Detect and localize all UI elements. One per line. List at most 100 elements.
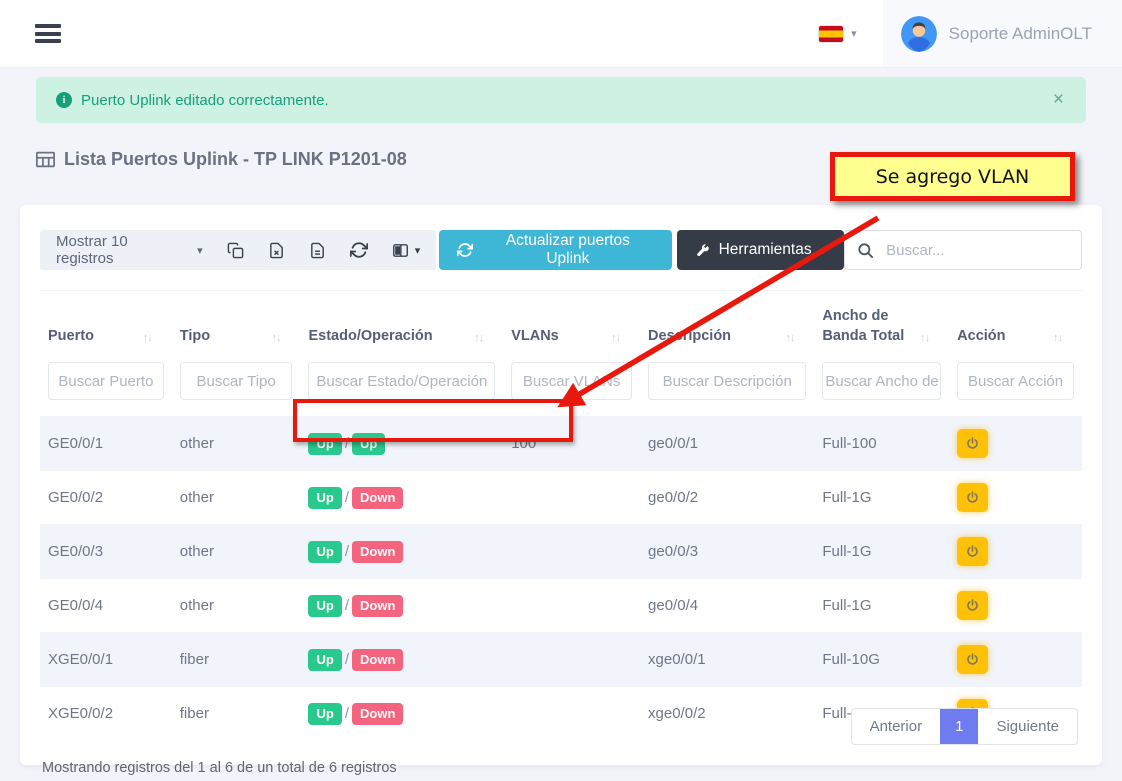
- cell-puerto: GE0/0/3: [40, 525, 172, 579]
- success-alert: i Puerto Uplink editado correctamente. ×: [36, 77, 1086, 123]
- cell-accion: [949, 417, 1082, 471]
- pagination-next[interactable]: Siguiente: [978, 709, 1077, 744]
- page-title-text: Lista Puertos Uplink - TP LINK P1201-08: [64, 149, 407, 170]
- tools-dropdown-button[interactable]: Herramientas ▾: [677, 230, 845, 270]
- filter-descripcion-input[interactable]: [648, 362, 806, 400]
- cell-puerto: XGE0/0/2: [40, 687, 172, 741]
- column-header-vlans[interactable]: VLANs ↑↓: [503, 291, 640, 359]
- filter-accion-input[interactable]: [957, 362, 1074, 400]
- show-entries-dropdown[interactable]: Mostrar 10 registros ▾: [56, 233, 203, 267]
- status-badge-admin: Up: [308, 595, 341, 617]
- power-toggle-button[interactable]: [957, 591, 988, 620]
- update-uplink-ports-button[interactable]: Actualizar puertos Uplink: [439, 230, 671, 270]
- cell-puerto: GE0/0/1: [40, 417, 172, 471]
- column-header-estado[interactable]: Estado/Operación ↑↓: [300, 291, 503, 359]
- cell-puerto: GE0/0/4: [40, 579, 172, 633]
- info-icon: i: [56, 92, 72, 108]
- chevron-down-icon: ▾: [415, 244, 421, 257]
- sort-icon: ↑↓: [271, 332, 280, 346]
- annotation-highlight-rect: [293, 399, 573, 442]
- top-navbar: ▾ Soporte AdminOLT: [0, 0, 1122, 67]
- wrench-icon: [695, 243, 710, 258]
- column-header-accion[interactable]: Acción ↑↓: [949, 291, 1082, 359]
- cell-puerto: XGE0/0/1: [40, 633, 172, 687]
- search-icon: [857, 242, 874, 259]
- filter-vlans-input[interactable]: [511, 362, 632, 400]
- cell-ancho-banda: Full-1G: [814, 525, 949, 579]
- cell-tipo: other: [172, 471, 301, 525]
- sort-icon: ↑↓: [785, 332, 794, 346]
- column-header-tipo[interactable]: Tipo ↑↓: [172, 291, 301, 359]
- table-body: GE0/0/1 other Up/Up 100 ge0/0/1 Full-100…: [40, 417, 1082, 741]
- filter-estado-input[interactable]: [308, 362, 495, 400]
- power-toggle-button[interactable]: [957, 645, 988, 674]
- reload-icon[interactable]: [350, 241, 368, 259]
- table-grid-icon: [36, 151, 55, 168]
- sort-icon: ↑↓: [920, 332, 929, 346]
- menu-icon[interactable]: [35, 21, 61, 47]
- spain-flag-icon: [819, 26, 843, 42]
- badge-separator: /: [345, 543, 349, 560]
- cell-descripcion: ge0/0/2: [640, 471, 814, 525]
- power-icon: [965, 436, 980, 451]
- badge-separator: /: [345, 489, 349, 506]
- column-header-puerto[interactable]: Puerto ↑↓: [40, 291, 172, 359]
- sort-icon: ↑↓: [1053, 332, 1062, 346]
- status-badge-oper: Down: [352, 487, 403, 509]
- tools-button-label: Herramientas: [719, 241, 812, 259]
- copy-icon[interactable]: [227, 242, 244, 259]
- cell-descripcion: xge0/0/1: [640, 633, 814, 687]
- cell-accion: [949, 525, 1082, 579]
- avatar: [901, 16, 937, 52]
- annotation-callout: Se agrego VLAN: [830, 152, 1075, 201]
- filter-puerto-input[interactable]: [48, 362, 164, 400]
- pagination-previous[interactable]: Anterior: [852, 709, 941, 744]
- cell-estado-operacion: Up/Down: [300, 579, 503, 633]
- power-icon: [965, 598, 980, 613]
- chevron-down-icon: ▾: [197, 244, 203, 257]
- update-button-label: Actualizar puertos Uplink: [482, 232, 653, 268]
- chevron-down-icon: ▾: [821, 244, 827, 257]
- sort-icon: ↑↓: [474, 332, 483, 346]
- sort-icon: ↑↓: [143, 332, 152, 346]
- power-toggle-button[interactable]: [957, 537, 988, 566]
- status-badge-admin: Up: [308, 703, 341, 725]
- export-file-icon[interactable]: [309, 242, 326, 259]
- column-visibility-icon[interactable]: ▾: [392, 242, 421, 259]
- filter-tipo-input[interactable]: [180, 362, 293, 400]
- cell-ancho-banda: Full-1G: [814, 579, 949, 633]
- export-excel-icon[interactable]: [268, 242, 285, 259]
- alert-close-button[interactable]: ×: [1053, 89, 1064, 111]
- status-badge-oper: Down: [352, 649, 403, 671]
- status-badge-admin: Up: [308, 649, 341, 671]
- status-badge-oper: Down: [352, 703, 403, 725]
- cell-estado-operacion: Up/Down: [300, 687, 503, 741]
- cell-descripcion: ge0/0/1: [640, 417, 814, 471]
- power-toggle-button[interactable]: [957, 429, 988, 458]
- table-row: GE0/0/2 other Up/Down ge0/0/2 Full-1G: [40, 471, 1082, 525]
- uplink-ports-table: Puerto ↑↓ Tipo ↑↓ Estado/Operación ↑↓ VL…: [40, 290, 1082, 740]
- cell-estado-operacion: Up/Down: [300, 525, 503, 579]
- language-selector[interactable]: ▾: [793, 26, 883, 42]
- uplink-ports-card: Mostrar 10 registros ▾: [20, 205, 1102, 765]
- user-name: Soporte AdminOLT: [949, 24, 1092, 44]
- table-row: XGE0/0/1 fiber Up/Down xge0/0/1 Full-10G: [40, 633, 1082, 687]
- filter-ancho-input[interactable]: [822, 362, 941, 400]
- cell-tipo: other: [172, 417, 301, 471]
- pagination-page-1[interactable]: 1: [940, 709, 978, 744]
- badge-separator: /: [345, 597, 349, 614]
- badge-separator: /: [345, 651, 349, 668]
- status-badge-admin: Up: [308, 487, 341, 509]
- column-header-ancho[interactable]: Ancho de Banda Total ↑↓: [814, 291, 949, 359]
- column-header-descripcion[interactable]: Descripción ↑↓: [640, 291, 814, 359]
- sort-icon: ↑↓: [611, 332, 620, 346]
- search-input[interactable]: [884, 241, 1069, 260]
- cell-descripcion: ge0/0/3: [640, 525, 814, 579]
- power-toggle-button[interactable]: [957, 483, 988, 512]
- pagination: Anterior 1 Siguiente: [851, 708, 1078, 745]
- cell-accion: [949, 633, 1082, 687]
- table-search: [844, 230, 1082, 270]
- user-menu[interactable]: Soporte AdminOLT: [883, 0, 1122, 67]
- power-icon: [965, 652, 980, 667]
- status-badge-oper: Down: [352, 541, 403, 563]
